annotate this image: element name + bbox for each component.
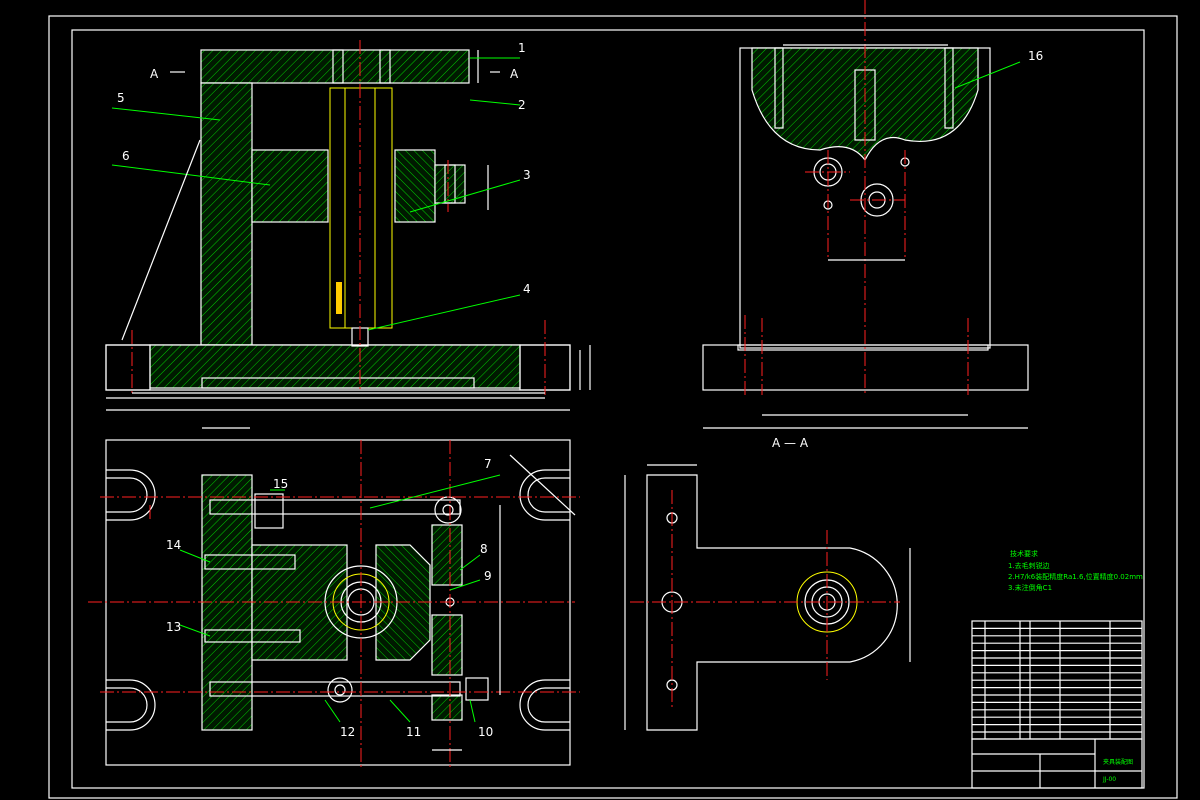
part-detail-view bbox=[624, 464, 911, 731]
callout-14: 14 bbox=[166, 538, 181, 552]
cad-drawing-canvas: A A A — A 技术要求 1.去毛刺锐边 2.H7/k6装配精度Ra1.6,… bbox=[48, 0, 1178, 799]
callout-3: 3 bbox=[523, 168, 531, 182]
front-section-view bbox=[105, 40, 591, 411]
callout-5: 5 bbox=[117, 91, 125, 105]
title-block: 夹具装配图 JJ-00 bbox=[971, 738, 1143, 789]
callout-2: 2 bbox=[518, 98, 526, 112]
tech-note-1: 1.去毛刺锐边 bbox=[1008, 561, 1050, 570]
callout-1: 1 bbox=[518, 41, 526, 55]
parts-list-table bbox=[971, 620, 1143, 740]
technical-requirements: 技术要求 1.去毛刺锐边 2.H7/k6装配精度Ra1.6,位置精度0.02mm… bbox=[1008, 549, 1143, 592]
callout-13: 13 bbox=[166, 620, 181, 634]
callout-16: 16 bbox=[1028, 49, 1043, 63]
callout-8: 8 bbox=[480, 542, 488, 556]
tech-note-2: 2.H7/k6装配精度Ra1.6,位置精度0.02mm bbox=[1008, 572, 1143, 581]
section-mark-right: A bbox=[510, 67, 519, 81]
top-plan-view bbox=[88, 427, 580, 770]
tech-note-3: 3.未注倒角C1 bbox=[1008, 583, 1052, 592]
callout-7: 7 bbox=[484, 457, 492, 471]
drawing-code: JJ-00 bbox=[1102, 776, 1116, 783]
callout-11: 11 bbox=[406, 725, 421, 739]
section-caption: A — A bbox=[772, 436, 809, 450]
callout-9: 9 bbox=[484, 569, 492, 583]
callout-4: 4 bbox=[523, 282, 531, 296]
side-section-view bbox=[702, 0, 1029, 429]
callout-15: 15 bbox=[273, 477, 288, 491]
callout-12: 12 bbox=[340, 725, 355, 739]
drawing-name: 夹具装配图 bbox=[1103, 758, 1133, 766]
tech-notes-title: 技术要求 bbox=[1010, 549, 1038, 558]
section-mark-left: A bbox=[150, 67, 159, 81]
callout-10: 10 bbox=[478, 725, 493, 739]
callout-6: 6 bbox=[122, 149, 130, 163]
